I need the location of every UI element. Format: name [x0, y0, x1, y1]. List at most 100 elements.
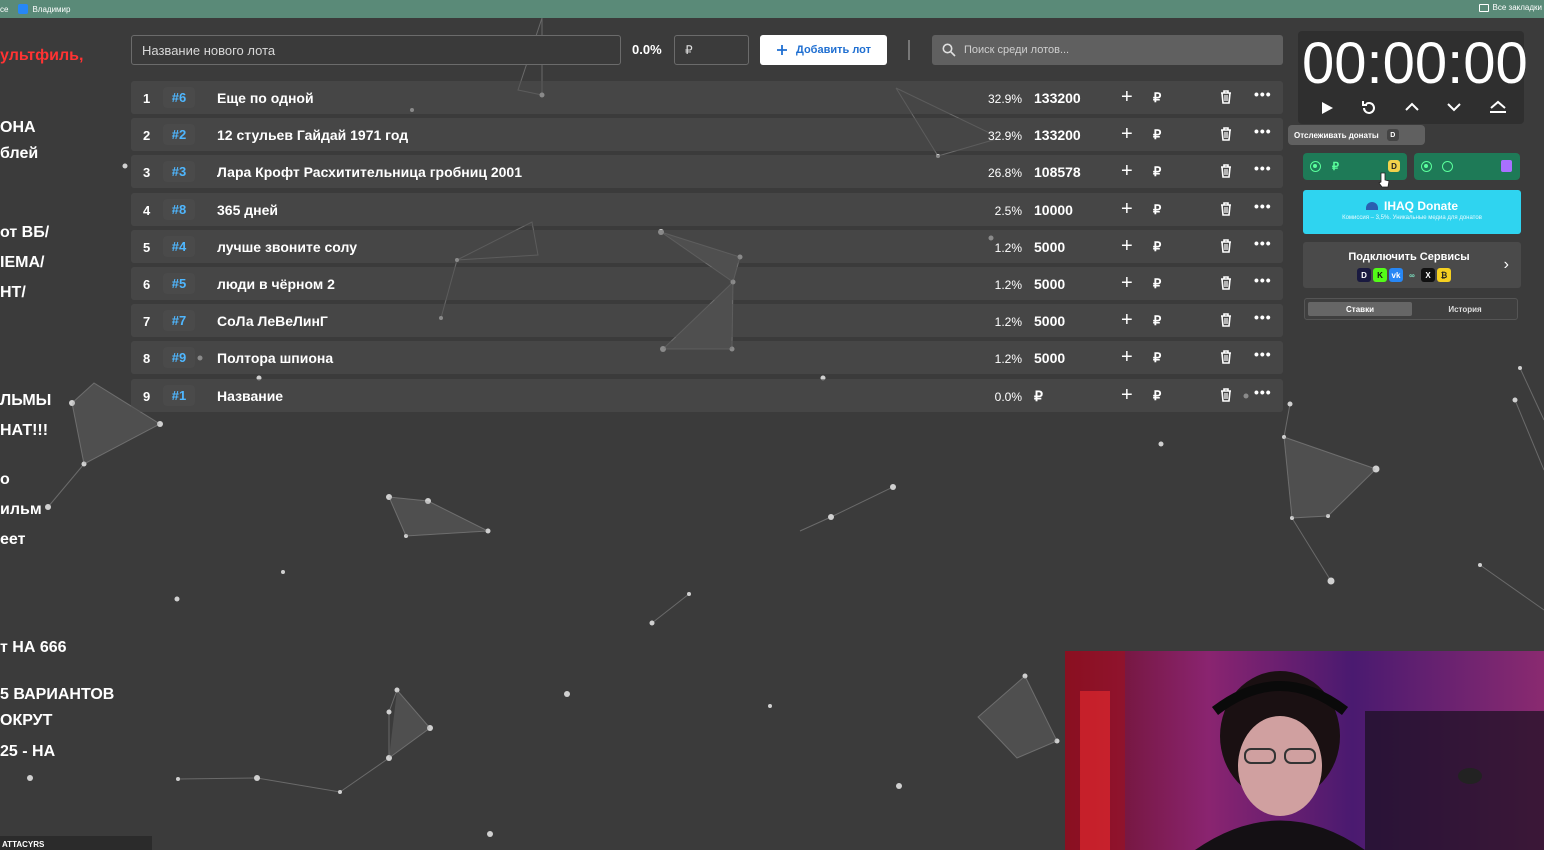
overlay-line: 5 ВАРИАНТОВ: [0, 686, 115, 703]
lot-amount[interactable]: 133200: [1034, 127, 1081, 143]
lot-rank: 2: [143, 128, 151, 144]
donation-service-toggle-1[interactable]: ₽ D: [1303, 153, 1407, 180]
add-amount-icon[interactable]: +: [1121, 272, 1133, 295]
add-amount-icon[interactable]: +: [1121, 309, 1133, 332]
add-amount-icon[interactable]: +: [1121, 235, 1133, 258]
lot-row[interactable]: 2 #2 12 стульев Гайдай 1971 год 32.9% 133200…: [131, 118, 1283, 152]
connect-services-button[interactable]: Подключить Сервисы D K vk ∞ X ₿ ›: [1303, 242, 1521, 288]
lot-amount[interactable]: 108578: [1034, 164, 1081, 180]
reset-icon[interactable]: [1360, 99, 1378, 117]
lot-row[interactable]: 7 #7 СоЛа ЛеВеЛинГ 1.2% 5000 + ₽ •••: [131, 304, 1283, 338]
ihaq-donate-button[interactable]: IHAQ Donate Комиссия – 3,5%. Уникальные …: [1303, 190, 1521, 234]
tab-history[interactable]: История: [1415, 302, 1515, 316]
lot-title[interactable]: СоЛа ЛеВеЛинГ: [217, 313, 328, 329]
lot-row[interactable]: 9 #1 Название 0.0% ₽ + ₽ •••: [131, 378, 1283, 412]
lot-amount[interactable]: 133200: [1034, 90, 1081, 106]
add-amount-icon[interactable]: +: [1121, 198, 1133, 221]
ruble-button[interactable]: ₽: [1153, 388, 1161, 404]
add-amount-icon[interactable]: +: [1121, 346, 1133, 369]
more-options-icon[interactable]: •••: [1254, 346, 1272, 362]
bookmark-item-vk[interactable]: Владимир: [18, 4, 70, 14]
lot-percent: 0.0%: [994, 389, 1022, 404]
trash-icon[interactable]: [1220, 164, 1232, 179]
more-options-icon[interactable]: •••: [1254, 309, 1272, 325]
ruble-button[interactable]: ₽: [1153, 90, 1161, 106]
overlay-bottom-text: ATTACYRS: [2, 840, 45, 849]
boosty-icon: ₿: [1437, 268, 1451, 282]
lot-percent: 32.9%: [987, 129, 1022, 144]
more-options-icon[interactable]: •••: [1254, 272, 1272, 288]
lot-id-badge: #8: [163, 198, 195, 220]
lot-amount[interactable]: 5000: [1034, 239, 1065, 255]
chevron-down-icon[interactable]: [1447, 102, 1461, 112]
lot-amount[interactable]: 5000: [1034, 350, 1065, 366]
trash-icon[interactable]: [1220, 313, 1232, 327]
trash-icon[interactable]: [1220, 238, 1232, 253]
lot-title[interactable]: 12 стульев Гайдай 1971 год: [217, 127, 408, 143]
bookmark-item[interactable]: се: [0, 5, 8, 14]
ruble-button[interactable]: ₽: [1153, 164, 1161, 180]
lot-title[interactable]: люди в чёрном 2: [217, 276, 335, 292]
ruble-button[interactable]: ₽: [1153, 313, 1161, 329]
lot-amount[interactable]: ₽: [1034, 388, 1043, 405]
play-icon[interactable]: [1320, 101, 1334, 115]
overlay-line: блей: [0, 145, 39, 162]
add-amount-icon[interactable]: +: [1121, 160, 1133, 183]
ruble-button[interactable]: ₽: [1153, 239, 1161, 255]
lot-row[interactable]: 6 #5 люди в чёрном 2 1.2% 5000 + ₽ •••: [131, 266, 1283, 300]
trash-icon[interactable]: [1220, 201, 1232, 216]
add-amount-icon[interactable]: +: [1121, 123, 1133, 146]
trash-icon[interactable]: [1220, 350, 1232, 365]
add-amount-icon[interactable]: +: [1121, 86, 1133, 109]
lot-amount[interactable]: 10000: [1034, 202, 1073, 218]
trash-icon[interactable]: [1220, 387, 1232, 402]
trash-icon[interactable]: [1220, 276, 1232, 290]
overlay-line: ЛЬМЫ: [0, 392, 52, 409]
bookmark-label: се: [0, 4, 9, 14]
add-amount-icon[interactable]: +: [1121, 384, 1133, 407]
lot-title[interactable]: 365 дней: [217, 202, 278, 218]
trash-icon[interactable]: [1220, 127, 1232, 141]
more-options-icon[interactable]: •••: [1254, 198, 1272, 214]
lot-row[interactable]: 1 #6 Еще по одной 32.9% 133200 + ₽ •••: [131, 81, 1283, 114]
tab-bets[interactable]: Ставки: [1308, 302, 1412, 316]
lot-row[interactable]: 8 #9 Полтора шпиона 1.2% 5000 + ₽ •••: [131, 341, 1283, 375]
ruble-button[interactable]: ₽: [1153, 127, 1161, 143]
lot-title[interactable]: Название: [217, 388, 283, 404]
new-lot-amount-input[interactable]: ₽: [674, 35, 749, 65]
more-options-icon[interactable]: •••: [1254, 123, 1272, 139]
lot-row[interactable]: 3 #3 Лара Крофт Расхитительница гробниц 20…: [131, 155, 1283, 189]
more-options-icon[interactable]: •••: [1254, 235, 1272, 251]
ruble-button[interactable]: ₽: [1153, 276, 1161, 292]
ruble-button[interactable]: ₽: [1153, 202, 1161, 218]
lot-search-input[interactable]: Поиск среди лотов...: [932, 35, 1283, 65]
ruble-button[interactable]: ₽: [1153, 350, 1161, 366]
lot-rank: 1: [143, 91, 151, 106]
folder-icon: [1478, 3, 1489, 12]
new-lot-name-placeholder: Название нового лота: [142, 42, 276, 58]
lot-title[interactable]: лучше звоните солу: [217, 239, 357, 255]
donation-service-toggle-2[interactable]: [1414, 153, 1520, 180]
more-options-icon[interactable]: •••: [1254, 160, 1272, 176]
lot-row[interactable]: 4 #8 365 дней 2.5% 10000 + ₽ •••: [131, 192, 1283, 226]
lot-amount[interactable]: 5000: [1034, 313, 1065, 329]
lot-id-badge: #6: [163, 87, 195, 108]
lot-title[interactable]: Полтора шпиона: [217, 350, 333, 366]
overlay-line: от ВБ/: [0, 224, 50, 241]
more-options-icon[interactable]: •••: [1254, 384, 1272, 400]
lot-amount[interactable]: 5000: [1034, 276, 1065, 292]
all-bookmarks[interactable]: Все закладки: [1478, 3, 1542, 12]
more-options-icon[interactable]: •••: [1254, 86, 1272, 102]
lot-id-badge: #1: [163, 384, 195, 406]
search-icon: [942, 43, 956, 57]
toggle-on-icon: [1310, 161, 1321, 172]
collapse-icon[interactable]: [1489, 100, 1507, 114]
chevron-up-icon[interactable]: [1405, 102, 1419, 112]
lot-row[interactable]: 5 #4 лучше звоните солу 1.2% 5000 + ₽ •••: [131, 229, 1283, 263]
add-lot-button[interactable]: Добавить лот: [760, 35, 887, 65]
trash-icon[interactable]: [1220, 90, 1232, 104]
lot-title[interactable]: Лара Крофт Расхитительница гробниц 2001: [217, 164, 522, 180]
new-lot-name-input[interactable]: Название нового лота: [131, 35, 621, 65]
lot-title[interactable]: Еще по одной: [217, 90, 314, 106]
lot-percent: 2.5%: [994, 203, 1022, 218]
